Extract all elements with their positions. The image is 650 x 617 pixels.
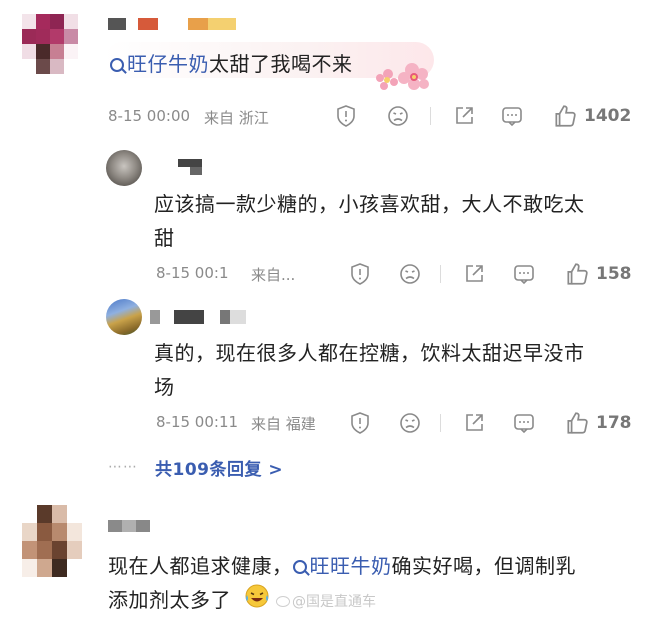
username[interactable]: [108, 520, 150, 532]
topic-link[interactable]: 旺旺牛奶: [292, 554, 392, 578]
share-icon[interactable]: [452, 104, 476, 132]
comment-location: 来自 浙江: [204, 109, 269, 127]
reply-text-line2: 甜: [154, 226, 175, 250]
avatar[interactable]: [22, 14, 78, 74]
search-icon: [110, 58, 124, 72]
watermark: @国是直通车: [276, 591, 376, 611]
divider: [440, 265, 441, 283]
dislike-icon[interactable]: [386, 104, 410, 132]
reply-text-line1: 真的，现在很多人都在控糖，饮料太甜迟早没市: [154, 341, 585, 365]
like-count: 178: [596, 413, 632, 433]
weibo-logo-icon: [276, 596, 290, 607]
report-icon[interactable]: [348, 262, 372, 290]
laughing-crying-emoji-icon: [244, 583, 270, 609]
reply-icon[interactable]: [512, 262, 536, 290]
more-replies-link[interactable]: 共109条回复 >: [155, 455, 283, 480]
like-icon[interactable]: [552, 103, 578, 133]
avatar[interactable]: [106, 150, 142, 186]
comment-text-line1: 现在人都追求健康， 旺旺牛奶确实好喝，但调制乳: [108, 550, 576, 579]
reply-icon[interactable]: [512, 411, 536, 439]
like-count: 1402: [584, 106, 632, 126]
share-icon[interactable]: [462, 411, 486, 439]
report-icon[interactable]: [334, 104, 358, 132]
more-replies-dots: ⋯⋯: [108, 459, 138, 475]
like-icon[interactable]: [564, 261, 590, 291]
comment-prefix: 现在人都追求健康，: [108, 554, 293, 578]
search-icon: [292, 560, 307, 574]
username[interactable]: [178, 159, 202, 175]
avatar[interactable]: [106, 299, 142, 335]
reply-time: 8-15 00:1: [156, 264, 229, 282]
reply-icon[interactable]: [500, 104, 524, 132]
like-icon[interactable]: [564, 410, 590, 440]
comment-suffix: 确实好喝，但调制乳: [391, 554, 576, 578]
divider: [440, 414, 441, 432]
username[interactable]: [150, 310, 246, 324]
topic-link[interactable]: 旺仔牛奶: [110, 52, 209, 76]
reply-text-line1: 应该搞一款少糖的，小孩喜欢甜，大人不敢吃太: [154, 192, 585, 216]
report-icon[interactable]: [348, 411, 372, 439]
reply-time: 8-15 00:11: [156, 413, 239, 431]
comment-body: 太甜了我喝不来: [209, 52, 353, 76]
reply-text-line2: 场: [154, 375, 175, 399]
like-count: 158: [596, 264, 632, 284]
reply-location: 来自 福建: [251, 415, 316, 433]
comment-text-line2: 添加剂太多了: [108, 588, 231, 612]
dislike-icon[interactable]: [398, 411, 422, 439]
flower-sticker-icon: [374, 60, 434, 92]
reply-location: 来自...: [251, 266, 296, 284]
dislike-icon[interactable]: [398, 262, 422, 290]
comment-time: 8-15 00:00: [108, 107, 191, 125]
divider: [430, 107, 431, 125]
username[interactable]: [108, 18, 236, 30]
comment-text: 旺仔牛奶太甜了我喝不来: [110, 48, 353, 77]
avatar[interactable]: [22, 505, 82, 577]
share-icon[interactable]: [462, 262, 486, 290]
